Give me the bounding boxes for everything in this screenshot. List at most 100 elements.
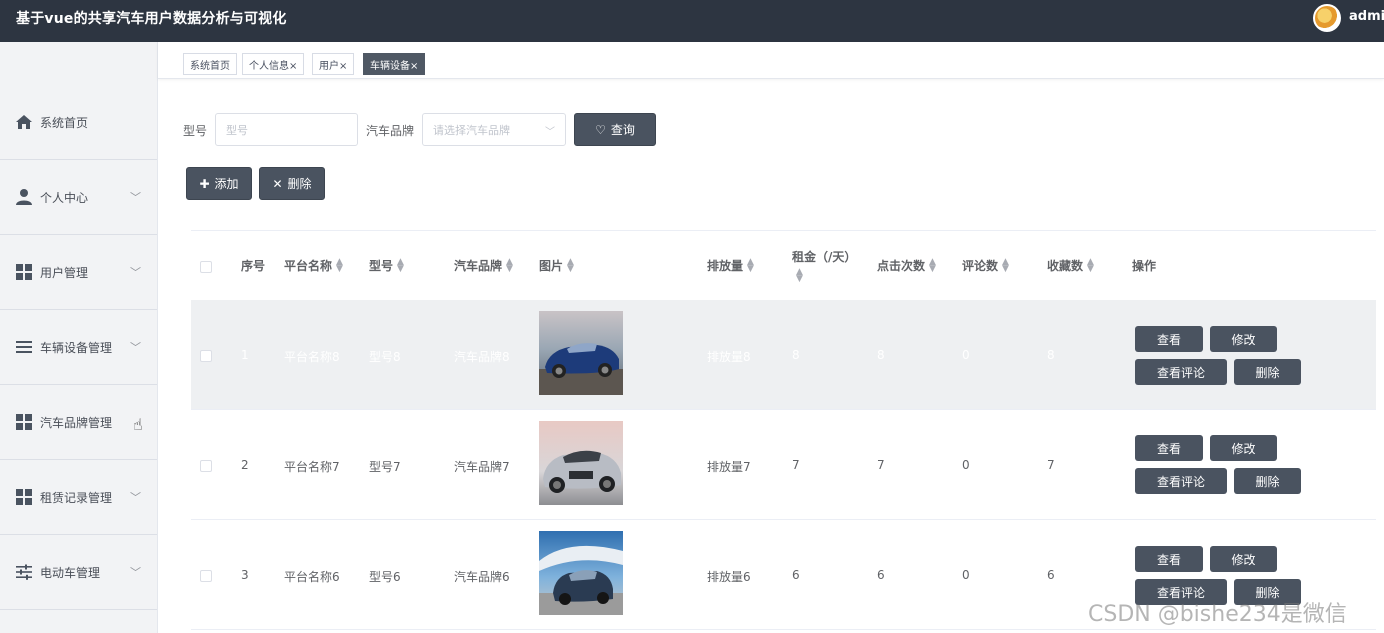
column-header-actions: 操作 [1132,259,1157,273]
edit-button[interactable]: 修改 [1210,435,1277,461]
column-header-clicks[interactable]: 点击次数 ▲ ▼ [877,231,936,300]
car-image[interactable] [539,311,623,395]
view-button[interactable]: 查看 [1135,546,1203,572]
cell-index: 3 [241,568,249,582]
model-input[interactable]: 型号 [215,113,358,146]
edit-button[interactable]: 修改 [1210,326,1277,352]
sidebar-item-brands[interactable]: 汽车品牌管理 ☝ [0,385,157,460]
cell-platform: 平台名称6 [284,570,340,584]
delete-button[interactable]: ✕ 删除 [259,167,325,200]
column-header-platform[interactable]: 平台名称 ▲ ▼ [284,231,343,300]
column-header-model[interactable]: 型号 ▲ ▼ [369,231,404,300]
sort-icon: ▲ ▼ [567,256,574,274]
sidebar-item-users[interactable]: 用户管理 ﹀ [0,235,157,310]
user-name[interactable]: admin [1349,9,1384,24]
delete-button-label: 删除 [287,177,312,191]
hand-cursor-icon: ☝ [133,415,143,434]
sidebar-item-rentals[interactable]: 租赁记录管理 ﹀ [0,460,157,535]
tab-personal-info[interactable]: 个人信息× [242,53,305,75]
cell-platform: 平台名称8 [284,350,340,364]
cell-model: 型号7 [369,460,401,474]
sort-icon: ▲ ▼ [336,256,343,274]
sidebar-item-label: 个人中心 [40,190,89,205]
user-avatar[interactable] [1313,4,1341,32]
table-row[interactable]: 2 平台名称7 型号7 汽车品牌7 排放量7 7 7 0 7 查看 修改 查看评… [191,410,1376,520]
brand-select-placeholder: 请选择汽车品牌 [433,123,510,137]
view-button[interactable]: 查看 [1135,435,1203,461]
cell-emission: 排放量8 [707,350,751,364]
column-header-brand[interactable]: 汽车品牌 ▲ ▼ [454,231,513,300]
chevron-down-icon: ﹀ [130,266,141,279]
sidebar-item-vehicles[interactable]: 车辆设备管理 ﹀ [0,310,157,385]
query-button-label: 查询 [610,123,635,137]
sidebar-item-ev[interactable]: 电动车管理 ﹀ [0,535,157,610]
column-header-comments[interactable]: 评论数 ▲ ▼ [962,231,1009,300]
close-icon: ✕ [272,176,283,191]
tab-vehicles[interactable]: 车辆设备× [363,53,426,75]
sidebar: 系统首页 个人中心 ﹀ 用户管理 ﹀ 车辆设备管理 ﹀ 汽车品牌管理 ☝ 租赁记… [0,42,158,633]
sort-icon: ▲ ▼ [796,267,803,284]
heart-icon: ♡ [595,122,606,137]
add-button[interactable]: ✚ 添加 [186,167,252,200]
car-image[interactable] [539,421,623,505]
cell-comments: 0 [962,348,970,362]
cell-index: 1 [241,348,249,362]
view-comments-button[interactable]: 查看评论 [1135,468,1227,494]
cell-emission: 排放量7 [707,460,751,474]
grid-icon [14,262,34,282]
app-title: 基于vue的共享汽车用户数据分析与可视化 [16,11,287,27]
query-button[interactable]: ♡ 查询 [574,113,656,146]
cell-brand: 汽车品牌8 [454,350,510,364]
row-delete-button[interactable]: 删除 [1234,359,1301,385]
sidebar-item-home[interactable]: 系统首页 [0,85,157,160]
row-checkbox[interactable] [200,460,212,472]
sliders-icon [14,562,34,582]
column-header-rent[interactable]: 租金（/天） ▲ ▼ [792,231,856,300]
column-header-favorites[interactable]: 收藏数 ▲ ▼ [1047,231,1094,300]
edit-button[interactable]: 修改 [1210,546,1277,572]
plus-icon: ✚ [199,176,210,191]
sort-icon: ▲ ▼ [1002,256,1009,274]
row-checkbox[interactable] [200,570,212,582]
cell-brand: 汽车品牌7 [454,460,510,474]
chevron-down-icon: ﹀ [130,191,141,204]
table-row[interactable]: 1 平台名称8 型号8 汽车品牌8 排放量8 8 8 0 8 查看 修改 查看评… [191,300,1376,410]
sort-icon: ▲ ▼ [747,256,754,274]
cell-rent: 6 [792,568,800,582]
sidebar-item-personal[interactable]: 个人中心 ﹀ [0,160,157,235]
cell-model: 型号6 [369,570,401,584]
sort-icon: ▲ ▼ [397,256,404,274]
cell-emission: 排放量6 [707,570,751,584]
column-header-emission[interactable]: 排放量 ▲ ▼ [707,231,754,300]
tab-home[interactable]: 系统首页 [183,53,237,75]
car-image[interactable] [539,531,623,615]
brand-label: 汽车品牌 [366,124,415,138]
view-comments-button[interactable]: 查看评论 [1135,359,1227,385]
sidebar-item-label: 系统首页 [40,115,89,130]
vehicle-table: 序号 平台名称 ▲ ▼ 型号 ▲ ▼ 汽车品牌 ▲ ▼ 图片 ▲ ▼ 排放量 ▲ ▼ 租金（/天） ▲… [191,230,1376,633]
chevron-down-icon: ﹀ [130,566,141,579]
sort-icon: ▲ ▼ [506,256,513,274]
cell-favorites: 6 [1047,568,1055,582]
chevron-down-icon: ﹀ [130,491,141,504]
sidebar-item-label: 用户管理 [40,265,89,280]
sort-icon: ▲ ▼ [1087,256,1094,274]
column-header-index: 序号 [241,259,266,273]
cell-brand: 汽车品牌6 [454,570,510,584]
brand-select[interactable]: 请选择汽车品牌 ﹀ [422,113,566,146]
cell-model: 型号8 [369,350,401,364]
sidebar-item-label: 电动车管理 [40,565,101,580]
view-button[interactable]: 查看 [1135,326,1203,352]
home-icon [14,112,34,132]
grid-icon [14,487,34,507]
cell-rent: 8 [792,348,800,362]
column-header-image[interactable]: 图片 ▲ ▼ [539,231,574,300]
select-all-checkbox[interactable] [200,261,212,273]
row-delete-button[interactable]: 删除 [1234,468,1301,494]
cell-clicks: 8 [877,348,885,362]
row-checkbox[interactable] [200,350,212,362]
cell-favorites: 7 [1047,458,1055,472]
cell-comments: 0 [962,568,970,582]
grid-icon [14,412,34,432]
tab-users[interactable]: 用户× [312,53,355,75]
